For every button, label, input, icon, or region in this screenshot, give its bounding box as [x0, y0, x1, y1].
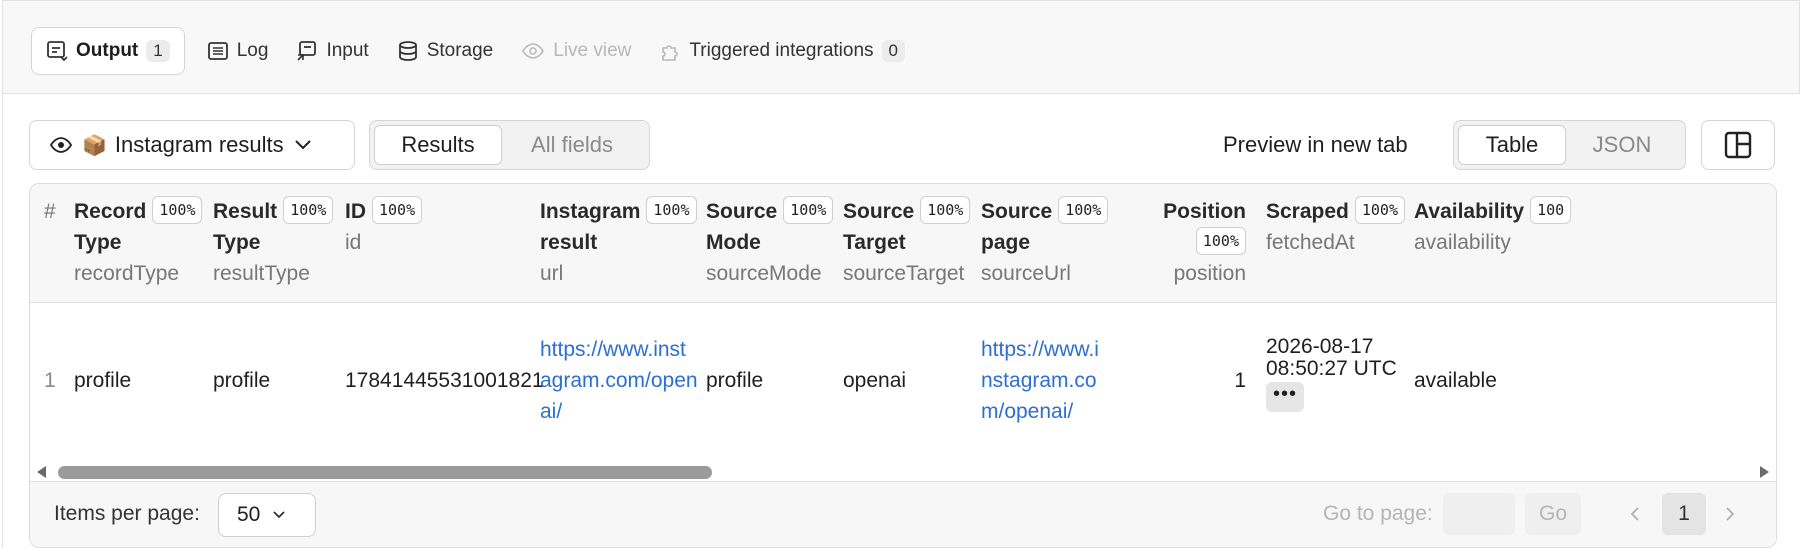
tab-label: Triggered integrations — [689, 40, 874, 61]
horizontal-scrollbar[interactable] — [30, 461, 1776, 481]
cell-scraped: 2026-08-17 08:50:27 UTC ••• — [1266, 336, 1397, 412]
results-table: # Record 100% Type recordType Result 100% … — [29, 183, 1777, 548]
items-per-page-select[interactable]: 50 — [218, 493, 316, 537]
items-per-page-value: 50 — [237, 503, 261, 526]
integrations-count-badge: 0 — [881, 40, 905, 62]
database-icon — [398, 41, 417, 61]
cell-position: 1 — [1234, 369, 1246, 392]
chevron-down-icon — [273, 511, 285, 519]
preview-in-new-tab-link[interactable]: Preview in new tab — [1223, 120, 1408, 170]
cell-availability: available — [1414, 369, 1497, 392]
output-tabs-bar: Output 1 Log Input Storage Live view Tri… — [2, 0, 1800, 94]
tab-output[interactable]: Output 1 — [31, 27, 185, 75]
cell-source-target: openai — [843, 369, 907, 392]
log-icon — [207, 42, 228, 60]
previous-page-button[interactable] — [1620, 493, 1650, 535]
go-to-page-input[interactable] — [1443, 493, 1515, 535]
column-header-source-mode[interactable]: Source 100% Mode sourceMode — [706, 196, 834, 289]
eye-icon — [50, 137, 72, 153]
tab-label: Live view — [553, 40, 632, 61]
next-page-button[interactable] — [1715, 493, 1745, 535]
dataset-select[interactable]: 📦 Instagram results — [29, 120, 355, 170]
fill-rate-badge: 100% — [372, 196, 423, 224]
format-table-button[interactable]: Table — [1458, 125, 1566, 165]
view-toggle: Results All fields — [369, 120, 650, 170]
column-header-source-target[interactable]: Source 100% Target sourceTarget — [843, 196, 971, 289]
puzzle-icon — [662, 45, 679, 61]
cell-instagram-url-link[interactable]: https://www.inst agram.com/open ai/ — [540, 334, 698, 427]
layout-panel-icon — [1724, 131, 1752, 159]
tab-label: Output — [76, 40, 139, 61]
cell-record-type: profile — [74, 369, 132, 392]
tab-label: Log — [236, 40, 269, 61]
tab-label: Input — [326, 40, 369, 61]
fill-rate-badge: 100 — [1530, 196, 1572, 224]
cell-source-url-link[interactable]: https://www.i nstagram.co m/openai/ — [981, 334, 1099, 427]
column-header-record-type[interactable]: Record 100% Type recordType — [74, 196, 203, 289]
fill-rate-badge: 100% — [152, 196, 203, 224]
fill-rate-badge: 100% — [646, 196, 697, 224]
column-header-source-page[interactable]: Source 100% page sourceUrl — [981, 196, 1109, 289]
tab-input[interactable]: Input — [282, 27, 382, 75]
fill-rate-badge: 100% — [783, 196, 834, 224]
pagination-footer: Items per page: 50 Go to page: Go 1 — [30, 481, 1776, 547]
format-json-button[interactable]: JSON — [1566, 125, 1678, 165]
layout-toggle-button[interactable] — [1701, 120, 1775, 170]
row-number: 1 — [44, 369, 56, 392]
scroll-left-arrow-icon[interactable] — [37, 466, 46, 478]
tab-storage[interactable]: Storage — [383, 27, 508, 75]
tab-list: Output 1 Log Input Storage Live view Tri… — [31, 27, 919, 75]
cell-result-type: profile — [213, 369, 271, 392]
dataset-toolbar: 📦 Instagram results Results All fields P… — [29, 120, 1775, 170]
package-emoji: 📦 — [82, 134, 107, 157]
output-panel: 📦 Instagram results Results All fields P… — [2, 94, 1800, 548]
column-header-instagram-result[interactable]: Instagram 100% result url — [540, 196, 697, 289]
tab-triggered-integrations[interactable]: Triggered integrations 0 — [645, 27, 919, 75]
table-row: 1 profile profile 17841445531001821 http… — [30, 303, 1776, 461]
dataset-label: Instagram results — [114, 132, 284, 157]
view-results-button[interactable]: Results — [374, 125, 502, 165]
cell-id: 17841445531001821 — [345, 369, 544, 392]
chevron-down-icon — [294, 140, 311, 150]
chevron-left-icon — [1630, 507, 1639, 521]
output-icon — [47, 41, 68, 62]
eye-signal-icon — [522, 43, 545, 59]
fill-rate-badge: 100% — [283, 196, 334, 224]
more-options-button[interactable]: ••• — [1266, 382, 1304, 412]
output-count-badge: 1 — [146, 40, 170, 62]
chevron-right-icon — [1726, 507, 1735, 521]
format-toggle: Table JSON — [1453, 120, 1686, 170]
view-all-fields-button[interactable]: All fields — [502, 125, 642, 165]
column-header-position[interactable]: Position100% position — [1118, 196, 1246, 289]
go-button[interactable]: Go — [1525, 493, 1581, 535]
column-header-id[interactable]: ID 100% id — [345, 196, 423, 258]
scrollbar-thumb[interactable] — [58, 466, 712, 479]
table-header: # Record 100% Type recordType Result 100% … — [30, 184, 1776, 303]
tab-live-view[interactable]: Live view — [507, 27, 645, 75]
fill-rate-badge: 100% — [920, 196, 971, 224]
column-header-result-type[interactable]: Result 100% Type resultType — [213, 196, 334, 289]
fill-rate-badge: 100% — [1058, 196, 1109, 224]
input-icon — [297, 41, 317, 61]
current-page-button[interactable]: 1 — [1662, 493, 1706, 535]
fill-rate-badge: 100% — [1354, 196, 1405, 224]
tab-log[interactable]: Log — [193, 27, 283, 75]
row-number-header: # — [44, 200, 56, 223]
items-per-page-label: Items per page: — [54, 502, 200, 525]
column-header-availability[interactable]: Availability 100 availability — [1414, 196, 1572, 258]
tab-label: Storage — [426, 40, 494, 61]
column-header-scraped[interactable]: Scraped 100% fetchedAt — [1266, 196, 1405, 258]
scroll-right-arrow-icon[interactable] — [1760, 466, 1769, 478]
cell-source-mode: profile — [706, 369, 764, 392]
go-to-page-label: Go to page: — [1323, 502, 1433, 525]
fill-rate-badge: 100% — [1195, 227, 1246, 255]
